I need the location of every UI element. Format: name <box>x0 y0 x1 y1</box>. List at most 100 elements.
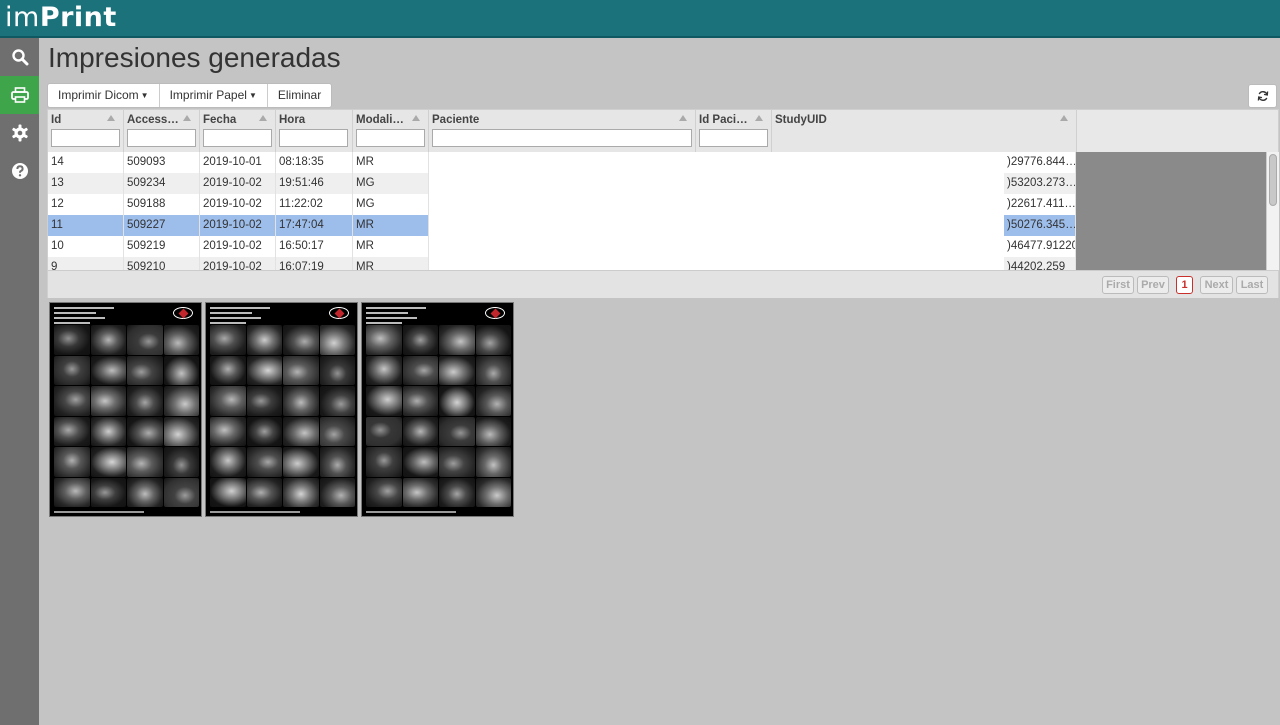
cell-paciente-hidden <box>429 194 1004 215</box>
table-scrollbar[interactable] <box>1266 152 1279 270</box>
sidebar-item-search[interactable] <box>0 38 39 76</box>
film-frame <box>210 355 246 385</box>
cell-id: 13 <box>48 173 124 194</box>
cell-access: 509234 <box>124 173 200 194</box>
scrollbar-thumb[interactable] <box>1269 154 1277 206</box>
table-row[interactable]: 9 509210 2019-10-02 16:07:19 MR )44202.2… <box>48 257 1076 270</box>
film-image-grid <box>54 325 199 507</box>
cell-fecha: 2019-10-02 <box>200 194 276 215</box>
film-frame <box>283 416 319 446</box>
institution-logo <box>173 307 193 319</box>
column-header-modalidad[interactable]: Modali… <box>353 110 429 152</box>
film-frame <box>246 355 282 385</box>
sidebar <box>0 38 39 725</box>
film-header-text <box>366 307 426 327</box>
cell-hora: 19:51:46 <box>276 173 353 194</box>
app-logo[interactable]: imPrint <box>5 1 117 35</box>
column-header-studyuid[interactable]: StudyUID <box>772 110 1077 152</box>
page-current-button[interactable]: 1 <box>1176 276 1193 294</box>
film-frame <box>210 325 246 355</box>
pagination: First Prev 1 Next Last <box>48 270 1278 298</box>
print-dicom-button[interactable]: Imprimir Dicom ▼ <box>48 84 160 107</box>
film-frame <box>127 416 163 446</box>
cell-access: 509219 <box>124 236 200 257</box>
table-row-selected[interactable]: 11 509227 2019-10-02 17:47:04 MR )50276.… <box>48 215 1076 236</box>
caret-down-icon: ▼ <box>140 91 149 100</box>
column-header-paciente[interactable]: Paciente <box>429 110 696 152</box>
film-frame <box>319 325 355 355</box>
film-frame <box>283 447 319 477</box>
sort-icon[interactable] <box>679 115 687 121</box>
main-content: Impresiones generadas Imprimir Dicom ▼ Im… <box>39 38 1280 725</box>
film-frame <box>90 386 126 416</box>
film-frame <box>283 477 319 507</box>
print-preview-thumbnail[interactable] <box>49 302 202 517</box>
column-header-fecha[interactable]: Fecha <box>200 110 276 152</box>
film-frame <box>475 386 511 416</box>
print-paper-button[interactable]: Imprimir Papel ▼ <box>160 84 268 107</box>
film-image-grid <box>366 325 511 507</box>
film-frame <box>402 325 438 355</box>
table-row[interactable]: 12 509188 2019-10-02 11:22:02 MG )22617.… <box>48 194 1076 215</box>
cell-hora: 11:22:02 <box>276 194 353 215</box>
film-frame <box>439 447 475 477</box>
film-frame <box>90 355 126 385</box>
sidebar-item-print[interactable] <box>0 76 39 114</box>
film-frame <box>319 355 355 385</box>
column-header-id-paciente[interactable]: Id Paci… <box>696 110 772 152</box>
page-prev-button[interactable]: Prev <box>1137 276 1169 294</box>
column-header-access[interactable]: Access… <box>124 110 200 152</box>
filter-input-paciente[interactable] <box>432 129 692 147</box>
column-header-id[interactable]: Id <box>48 110 124 152</box>
film-frame <box>90 477 126 507</box>
film-frame <box>54 355 90 385</box>
film-frame <box>246 386 282 416</box>
sort-icon[interactable] <box>183 115 191 121</box>
film-frame <box>90 325 126 355</box>
film-frame <box>54 325 90 355</box>
page-first-button[interactable]: First <box>1102 276 1134 294</box>
film-frame <box>475 477 511 507</box>
delete-button[interactable]: Eliminar <box>268 84 331 107</box>
film-frame <box>402 355 438 385</box>
cell-studyuid: )29776.844… <box>1004 152 1076 173</box>
sort-icon[interactable] <box>107 115 115 121</box>
filter-input-fecha[interactable] <box>203 129 272 147</box>
cell-fecha: 2019-10-02 <box>200 173 276 194</box>
print-preview-thumbnail[interactable] <box>361 302 514 517</box>
table-row[interactable]: 13 509234 2019-10-02 19:51:46 MG )53203.… <box>48 173 1076 194</box>
table-row[interactable]: 10 509219 2019-10-02 16:50:17 MR )46477.… <box>48 236 1076 257</box>
cell-fecha: 2019-10-02 <box>200 236 276 257</box>
film-frame <box>475 325 511 355</box>
filter-input-access[interactable] <box>127 129 196 147</box>
print-preview-thumbnail[interactable] <box>205 302 358 517</box>
cell-studyuid: )53203.273… <box>1004 173 1076 194</box>
sort-icon[interactable] <box>412 115 420 121</box>
sort-icon[interactable] <box>755 115 763 121</box>
film-frame <box>90 416 126 446</box>
film-frame <box>402 447 438 477</box>
refresh-button[interactable] <box>1248 84 1277 108</box>
filter-input-modalidad[interactable] <box>356 129 425 147</box>
sidebar-item-help[interactable] <box>0 152 39 190</box>
page-next-button[interactable]: Next <box>1200 276 1233 294</box>
table-row[interactable]: 14 509093 2019-10-01 08:18:35 MR )29776.… <box>48 152 1076 173</box>
sort-icon[interactable] <box>1060 115 1068 121</box>
film-frame <box>54 477 90 507</box>
filter-input-id[interactable] <box>51 129 120 147</box>
film-frame <box>283 386 319 416</box>
filter-input-id-paciente[interactable] <box>699 129 768 147</box>
film-frame <box>366 416 402 446</box>
filter-input-hora[interactable] <box>279 129 348 147</box>
column-header-hora[interactable]: Hora <box>276 110 353 152</box>
film-frame <box>246 416 282 446</box>
cell-hora: 16:07:19 <box>276 257 353 270</box>
page-last-button[interactable]: Last <box>1236 276 1268 294</box>
sidebar-item-settings[interactable] <box>0 114 39 152</box>
film-frame <box>283 355 319 385</box>
top-bar: imPrint <box>0 0 1280 38</box>
cell-id: 11 <box>48 215 124 236</box>
film-frame <box>439 325 475 355</box>
sort-icon[interactable] <box>259 115 267 121</box>
cell-access: 509093 <box>124 152 200 173</box>
